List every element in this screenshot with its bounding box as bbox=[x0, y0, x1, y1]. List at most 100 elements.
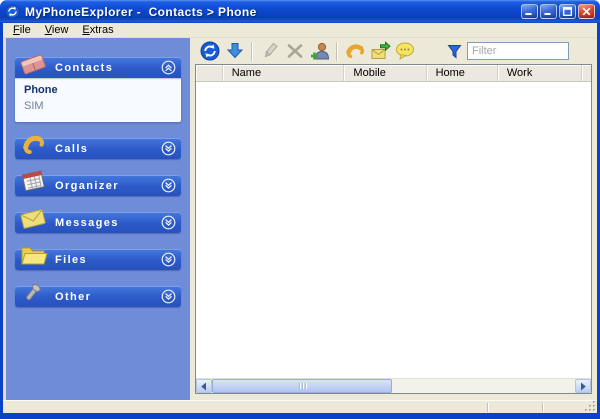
download-arrow-icon bbox=[225, 41, 245, 61]
chat-button[interactable] bbox=[392, 39, 417, 63]
chevron-down-icon bbox=[161, 252, 176, 267]
call-handset-icon bbox=[344, 40, 366, 62]
panel-header-calls[interactable]: Calls bbox=[15, 138, 181, 159]
calendar-icon bbox=[18, 167, 48, 195]
statusbar-divider bbox=[542, 403, 544, 412]
window-controls bbox=[519, 4, 595, 19]
client-area: Contacts Phone SIM bbox=[3, 38, 597, 400]
chevron-down-icon bbox=[161, 215, 176, 230]
scrollbar-thumb[interactable] bbox=[212, 379, 392, 393]
collapse-panel-button[interactable] bbox=[161, 60, 176, 75]
column-header-blank[interactable] bbox=[196, 65, 223, 81]
column-header-mobile[interactable]: Mobile bbox=[344, 65, 426, 81]
window-title: MyPhoneExplorer - Contacts > Phone bbox=[25, 5, 257, 19]
sync-icon bbox=[200, 41, 220, 61]
sidebar-item-sim[interactable]: SIM bbox=[24, 100, 172, 112]
call-button[interactable] bbox=[342, 39, 367, 63]
edit-button[interactable] bbox=[257, 39, 282, 63]
panel-header-organizer[interactable]: Organizer bbox=[15, 175, 181, 196]
delete-button[interactable] bbox=[282, 39, 307, 63]
toolbar-separator bbox=[251, 42, 253, 61]
resize-grip[interactable] bbox=[584, 400, 596, 412]
panel-header-contacts[interactable]: Contacts bbox=[15, 57, 181, 78]
expand-panel-button[interactable] bbox=[161, 252, 176, 267]
chevron-up-icon bbox=[161, 60, 176, 75]
column-header-partial[interactable] bbox=[582, 65, 591, 81]
minimize-icon bbox=[525, 7, 534, 16]
panel-other: Other bbox=[15, 286, 181, 307]
panel-calls: Calls bbox=[15, 138, 181, 159]
panel-label: Other bbox=[55, 291, 91, 303]
maximize-icon bbox=[563, 7, 572, 16]
sync-icon bbox=[5, 4, 20, 19]
panel-header-messages[interactable]: Messages bbox=[15, 212, 181, 233]
panel-messages: Messages bbox=[15, 212, 181, 233]
download-button[interactable] bbox=[222, 39, 247, 63]
phone-handset-icon bbox=[18, 130, 48, 158]
column-header-work[interactable]: Work bbox=[498, 65, 582, 81]
maximize-button[interactable] bbox=[559, 4, 576, 19]
panel-label: Organizer bbox=[55, 180, 119, 192]
panel-label: Messages bbox=[55, 217, 119, 229]
minimize-to-tray-button[interactable] bbox=[521, 4, 538, 19]
send-message-icon bbox=[369, 40, 391, 62]
arrow-left-icon bbox=[200, 382, 208, 391]
sync-button[interactable] bbox=[197, 39, 222, 63]
expand-panel-button[interactable] bbox=[161, 178, 176, 193]
filter-funnel-icon bbox=[447, 44, 462, 59]
wrench-icon bbox=[18, 278, 48, 306]
main-area: Name Mobile Home Work bbox=[190, 38, 597, 400]
scroll-left-button[interactable] bbox=[196, 379, 212, 393]
panel-label: Files bbox=[55, 254, 87, 266]
envelope-icon bbox=[18, 204, 48, 232]
expand-panel-button[interactable] bbox=[161, 215, 176, 230]
column-header-home[interactable]: Home bbox=[427, 65, 498, 81]
statusbar bbox=[3, 400, 597, 413]
filter-input[interactable] bbox=[467, 42, 569, 60]
table-body-empty[interactable] bbox=[196, 82, 591, 378]
chat-bubble-icon bbox=[394, 40, 416, 62]
close-button[interactable] bbox=[578, 4, 595, 19]
panel-header-files[interactable]: Files bbox=[15, 249, 181, 270]
titlebar[interactable]: MyPhoneExplorer - Contacts > Phone bbox=[0, 0, 600, 23]
panel-body-contacts: Phone SIM bbox=[15, 78, 181, 122]
send-message-button[interactable] bbox=[367, 39, 392, 63]
panel-header-other[interactable]: Other bbox=[15, 286, 181, 307]
expand-panel-button[interactable] bbox=[161, 141, 176, 156]
toolbar-separator bbox=[336, 42, 338, 61]
arrow-right-icon bbox=[579, 382, 587, 391]
scroll-right-button[interactable] bbox=[575, 379, 591, 393]
scrollbar-track[interactable] bbox=[212, 379, 575, 393]
minimize-icon bbox=[544, 7, 553, 16]
panel-contacts: Contacts Phone SIM bbox=[15, 57, 181, 122]
close-x-icon bbox=[582, 7, 591, 16]
panel-label: Contacts bbox=[55, 62, 113, 74]
chevron-down-icon bbox=[161, 141, 176, 156]
add-user-icon bbox=[309, 40, 331, 62]
statusbar-divider bbox=[487, 403, 489, 412]
horizontal-scrollbar bbox=[196, 378, 591, 393]
panel-organizer: Organizer bbox=[15, 175, 181, 196]
chevron-down-icon bbox=[161, 289, 176, 304]
contact-list: Name Mobile Home Work bbox=[195, 64, 592, 394]
chevron-down-icon bbox=[161, 178, 176, 193]
minimize-button[interactable] bbox=[540, 4, 557, 19]
panel-label: Calls bbox=[55, 143, 88, 155]
filter-box bbox=[447, 42, 569, 60]
table-header-row: Name Mobile Home Work bbox=[196, 65, 591, 82]
menubar: File View Extras bbox=[3, 23, 597, 38]
contacts-book-icon bbox=[18, 49, 48, 77]
delete-x-icon bbox=[285, 41, 305, 61]
menu-view[interactable]: View bbox=[38, 23, 76, 38]
pencil-icon bbox=[260, 41, 280, 61]
column-header-name[interactable]: Name bbox=[223, 65, 345, 81]
add-contact-button[interactable] bbox=[307, 39, 332, 63]
folder-icon bbox=[18, 241, 48, 269]
sidebar-item-phone[interactable]: Phone bbox=[24, 84, 172, 96]
expand-panel-button[interactable] bbox=[161, 289, 176, 304]
menu-extras[interactable]: Extras bbox=[75, 23, 120, 38]
sidebar: Contacts Phone SIM bbox=[3, 38, 190, 400]
app-window: MyPhoneExplorer - Contacts > Phone File … bbox=[0, 0, 600, 419]
menu-file[interactable]: File bbox=[6, 23, 38, 38]
panel-files: Files bbox=[15, 249, 181, 270]
